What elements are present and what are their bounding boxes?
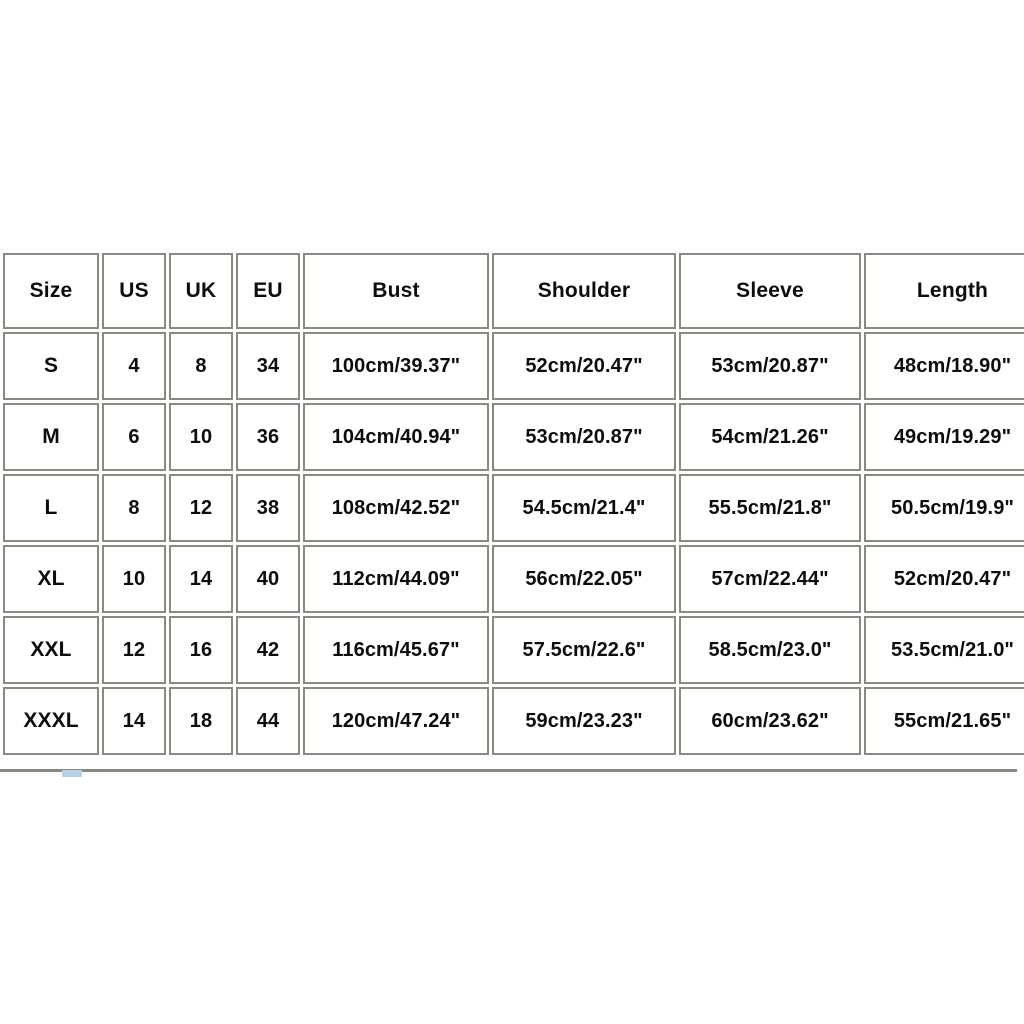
cell-us: 6 bbox=[102, 403, 166, 471]
column-header-us: US bbox=[102, 253, 166, 329]
cell-length: 55cm/21.65" bbox=[864, 687, 1024, 755]
page-canvas: Size US UK EU Bust Shoulder Sleeve Lengt… bbox=[0, 0, 1024, 1024]
cell-size: XXXL bbox=[3, 687, 99, 755]
cell-sleeve: 55.5cm/21.8" bbox=[679, 474, 861, 542]
cell-us: 14 bbox=[102, 687, 166, 755]
cell-eu: 44 bbox=[236, 687, 300, 755]
cell-bust: 120cm/47.24" bbox=[303, 687, 489, 755]
cell-us: 8 bbox=[102, 474, 166, 542]
cell-uk: 18 bbox=[169, 687, 233, 755]
cell-length: 52cm/20.47" bbox=[864, 545, 1024, 613]
cell-size: XXL bbox=[3, 616, 99, 684]
cell-sleeve: 58.5cm/23.0" bbox=[679, 616, 861, 684]
scan-artifact-mark bbox=[62, 770, 82, 777]
column-header-shoulder: Shoulder bbox=[492, 253, 676, 329]
column-header-bust: Bust bbox=[303, 253, 489, 329]
cell-length: 53.5cm/21.0" bbox=[864, 616, 1024, 684]
cell-eu: 40 bbox=[236, 545, 300, 613]
table-row: L 8 12 38 108cm/42.52" 54.5cm/21.4" 55.5cm/21.… bbox=[3, 474, 1024, 542]
cell-uk: 14 bbox=[169, 545, 233, 613]
cell-bust: 116cm/45.67" bbox=[303, 616, 489, 684]
cell-uk: 16 bbox=[169, 616, 233, 684]
column-header-eu: EU bbox=[236, 253, 300, 329]
cell-eu: 34 bbox=[236, 332, 300, 400]
table-row: XXL 12 16 42 116cm/45.67" 57.5cm/22.6" 58.5cm/… bbox=[3, 616, 1024, 684]
cell-uk: 10 bbox=[169, 403, 233, 471]
cell-shoulder: 57.5cm/22.6" bbox=[492, 616, 676, 684]
cell-length: 48cm/18.90" bbox=[864, 332, 1024, 400]
size-chart-table: Size US UK EU Bust Shoulder Sleeve Lengt… bbox=[0, 250, 1024, 758]
cell-bust: 108cm/42.52" bbox=[303, 474, 489, 542]
cell-sleeve: 54cm/21.26" bbox=[679, 403, 861, 471]
cell-sleeve: 53cm/20.87" bbox=[679, 332, 861, 400]
cell-size: L bbox=[3, 474, 99, 542]
cell-uk: 8 bbox=[169, 332, 233, 400]
table-header: Size US UK EU Bust Shoulder Sleeve Lengt… bbox=[3, 253, 1024, 329]
table-bottom-rule bbox=[0, 769, 1017, 772]
table-row: XXXL 14 18 44 120cm/47.24" 59cm/23.23" 60cm/23… bbox=[3, 687, 1024, 755]
cell-sleeve: 60cm/23.62" bbox=[679, 687, 861, 755]
cell-sleeve: 57cm/22.44" bbox=[679, 545, 861, 613]
cell-shoulder: 52cm/20.47" bbox=[492, 332, 676, 400]
cell-length: 49cm/19.29" bbox=[864, 403, 1024, 471]
table-header-row: Size US UK EU Bust Shoulder Sleeve Lengt… bbox=[3, 253, 1024, 329]
column-header-sleeve: Sleeve bbox=[679, 253, 861, 329]
cell-length: 50.5cm/19.9" bbox=[864, 474, 1024, 542]
size-chart-container: Size US UK EU Bust Shoulder Sleeve Lengt… bbox=[0, 250, 1024, 758]
column-header-length: Length bbox=[864, 253, 1024, 329]
cell-shoulder: 59cm/23.23" bbox=[492, 687, 676, 755]
cell-eu: 36 bbox=[236, 403, 300, 471]
cell-bust: 100cm/39.37" bbox=[303, 332, 489, 400]
table-row: XL 10 14 40 112cm/44.09" 56cm/22.05" 57cm/22.4… bbox=[3, 545, 1024, 613]
cell-eu: 42 bbox=[236, 616, 300, 684]
cell-bust: 112cm/44.09" bbox=[303, 545, 489, 613]
cell-shoulder: 54.5cm/21.4" bbox=[492, 474, 676, 542]
cell-size: S bbox=[3, 332, 99, 400]
cell-shoulder: 53cm/20.87" bbox=[492, 403, 676, 471]
cell-uk: 12 bbox=[169, 474, 233, 542]
cell-bust: 104cm/40.94" bbox=[303, 403, 489, 471]
cell-size: M bbox=[3, 403, 99, 471]
cell-us: 10 bbox=[102, 545, 166, 613]
column-header-size: Size bbox=[3, 253, 99, 329]
cell-us: 4 bbox=[102, 332, 166, 400]
cell-size: XL bbox=[3, 545, 99, 613]
column-header-uk: UK bbox=[169, 253, 233, 329]
table-body: S 4 8 34 100cm/39.37" 52cm/20.47" 53cm/20.87" 4… bbox=[3, 332, 1024, 755]
cell-us: 12 bbox=[102, 616, 166, 684]
cell-shoulder: 56cm/22.05" bbox=[492, 545, 676, 613]
cell-eu: 38 bbox=[236, 474, 300, 542]
table-row: S 4 8 34 100cm/39.37" 52cm/20.47" 53cm/20.87" 4… bbox=[3, 332, 1024, 400]
table-row: M 6 10 36 104cm/40.94" 53cm/20.87" 54cm/21.26"… bbox=[3, 403, 1024, 471]
